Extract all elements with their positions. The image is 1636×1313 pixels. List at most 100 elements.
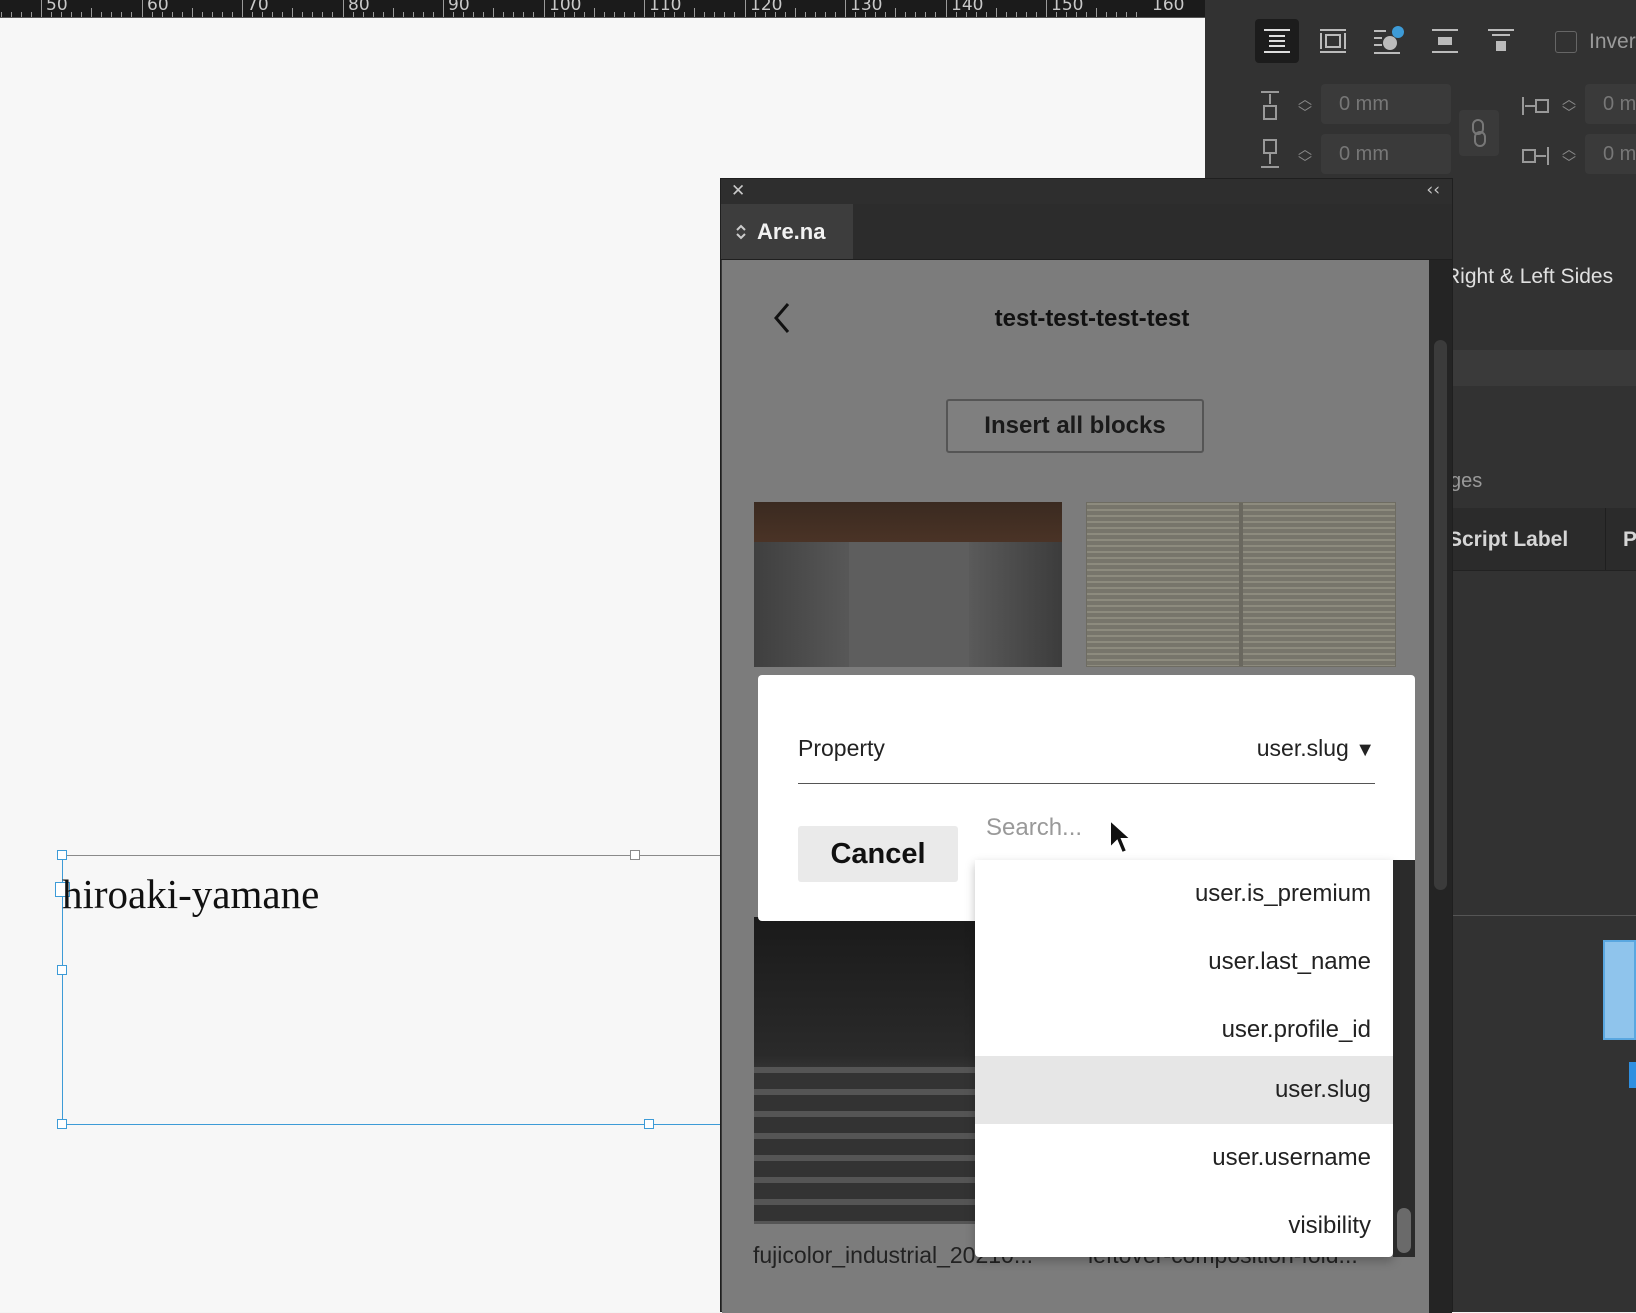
top-offset-field[interactable]: 0 mm — [1321, 84, 1451, 124]
panel-divider — [1450, 915, 1636, 916]
frame-handle-top-middle[interactable] — [630, 850, 640, 860]
right-offset-stepper[interactable]: ︿ ﹀ — [1559, 142, 1579, 170]
ruler-tick — [795, 8, 796, 17]
bottom-offset-stepper[interactable]: ︿ ﹀ — [1295, 142, 1315, 170]
ruler-tick — [946, 0, 947, 17]
cancel-button[interactable]: Cancel — [798, 826, 958, 882]
ruler-tick — [835, 12, 836, 17]
plugin-tabbar: Are.na — [721, 204, 1452, 260]
stairs-graphic — [754, 1067, 979, 1224]
ruler-tick — [242, 0, 243, 17]
ruler-tick — [192, 8, 193, 17]
ruler-tick — [523, 12, 524, 17]
top-offset-stepper[interactable]: ︿ ﹀ — [1295, 92, 1315, 120]
frame-bottom-edge — [62, 1124, 720, 1125]
right-offset-field[interactable]: 0 m — [1585, 134, 1636, 174]
ruler-tick — [724, 12, 725, 17]
page-marker — [1629, 1062, 1636, 1088]
ruler-tick — [91, 8, 92, 17]
dropdown-option[interactable]: user.profile_id — [975, 996, 1393, 1064]
close-icon[interactable]: ✕ — [731, 181, 745, 201]
ruler-tick — [694, 8, 695, 17]
script-label-tab[interactable]: Script Label — [1448, 528, 1568, 552]
bottom-offset-field[interactable]: 0 mm — [1321, 134, 1451, 174]
ruler-tick — [905, 12, 906, 17]
property-dropdown-list[interactable]: user.is_premium user.last_name user.prof… — [975, 860, 1393, 1257]
p-tab-fragment[interactable]: P — [1623, 528, 1636, 552]
ruler-tick — [373, 12, 374, 17]
ruler-tick — [483, 12, 484, 17]
frame-handle-bottom-left[interactable] — [57, 1119, 67, 1129]
ruler-tick — [815, 12, 816, 17]
jump-to-next-column-button[interactable] — [1479, 19, 1523, 63]
ruler-tick — [925, 12, 926, 17]
channel-title: test-test-test-test — [994, 305, 1190, 332]
wrap-object-shape-button[interactable] — [1367, 19, 1411, 63]
ruler-tick — [1106, 12, 1107, 17]
align-top-justified-button[interactable] — [1255, 19, 1299, 63]
ruler-tick — [1086, 12, 1087, 17]
frame-handle-top-left[interactable] — [57, 850, 67, 860]
ruler-tick — [544, 0, 545, 17]
dropdown-option[interactable]: user.last_name — [975, 928, 1393, 996]
ruler-tick — [343, 0, 344, 17]
ruler-tick — [383, 12, 384, 17]
ruler-tick — [142, 0, 143, 17]
plugin-scrollbar[interactable] — [1429, 260, 1452, 1313]
frame-handle-middle-left[interactable] — [57, 965, 67, 975]
invert-checkbox[interactable] — [1555, 31, 1577, 53]
dropdown-option[interactable]: visibility — [975, 1192, 1393, 1257]
property-select[interactable]: user.slug ▼ — [1257, 735, 1375, 762]
panel-row-field[interactable] — [1450, 350, 1636, 386]
ruler-tick — [232, 12, 233, 17]
ceiling-graphic — [754, 502, 1062, 542]
tab-arena[interactable]: Are.na — [721, 204, 853, 259]
block-thumbnail-concrete[interactable] — [754, 502, 1062, 667]
left-offset-stepper[interactable]: ︿ ﹀ — [1559, 92, 1579, 120]
right-offset-icon — [1522, 147, 1549, 165]
dropdown-scrollbar[interactable] — [1393, 860, 1415, 1257]
align-top-icon — [1264, 29, 1290, 53]
plugin-scrollbar-thumb[interactable] — [1434, 340, 1447, 890]
block-thumbnail-book[interactable] — [1086, 502, 1396, 667]
ruler-tick — [282, 12, 283, 17]
ruler-tick — [312, 12, 313, 17]
ruler-tick — [433, 12, 434, 17]
insert-all-blocks-button[interactable]: Insert all blocks — [946, 399, 1204, 453]
pages-label-fragment: ges — [1450, 470, 1483, 492]
collapse-icon[interactable]: ‹‹ — [1426, 180, 1440, 200]
text-frame-content[interactable]: hiroaki-yamane — [62, 870, 319, 918]
dropdown-option-selected[interactable]: user.slug — [975, 1056, 1393, 1124]
ruler-tick — [302, 12, 303, 17]
ruler-tick — [423, 12, 424, 17]
tab-divider — [1605, 508, 1606, 570]
wrap-to-label[interactable]: Right & Left Sides — [1445, 265, 1613, 289]
block-thumbnail-stairs[interactable] — [754, 917, 979, 1224]
frame-handle-bottom-middle[interactable] — [644, 1119, 654, 1129]
page-thumbnail[interactable] — [1603, 940, 1636, 1040]
ruler-tick — [1006, 12, 1007, 17]
jump-object-icon — [1432, 29, 1458, 53]
wrap-bounding-box-button[interactable] — [1311, 19, 1355, 63]
ruler-tick — [11, 12, 12, 17]
ruler-label: 70 — [247, 0, 269, 15]
dropdown-scrollbar-thumb[interactable] — [1397, 1208, 1411, 1253]
property-search-input[interactable] — [986, 808, 1206, 848]
ruler-tick — [403, 12, 404, 17]
left-offset-field[interactable]: 0 m — [1585, 84, 1636, 124]
ruler-tick — [31, 12, 32, 17]
ruler-label: 150 — [1051, 0, 1084, 15]
ruler-tick — [21, 12, 22, 17]
book-gutter — [1239, 503, 1243, 666]
horizontal-ruler[interactable]: 50 60 70 80 90 100 110 120 130 140 150 160 — [0, 0, 1205, 18]
frame-top-edge — [62, 855, 720, 856]
bottom-offset-icon — [1261, 139, 1279, 168]
dropdown-option[interactable]: user.is_premium — [975, 860, 1393, 928]
dropdown-arrow-icon: ▼ — [1355, 739, 1375, 761]
ruler-tick — [393, 8, 394, 17]
link-offsets-button[interactable] — [1459, 110, 1499, 156]
dropdown-option[interactable]: user.username — [975, 1124, 1393, 1192]
ruler-label: 60 — [147, 0, 169, 15]
jump-object-button[interactable] — [1423, 19, 1467, 63]
ruler-tick — [845, 0, 846, 17]
